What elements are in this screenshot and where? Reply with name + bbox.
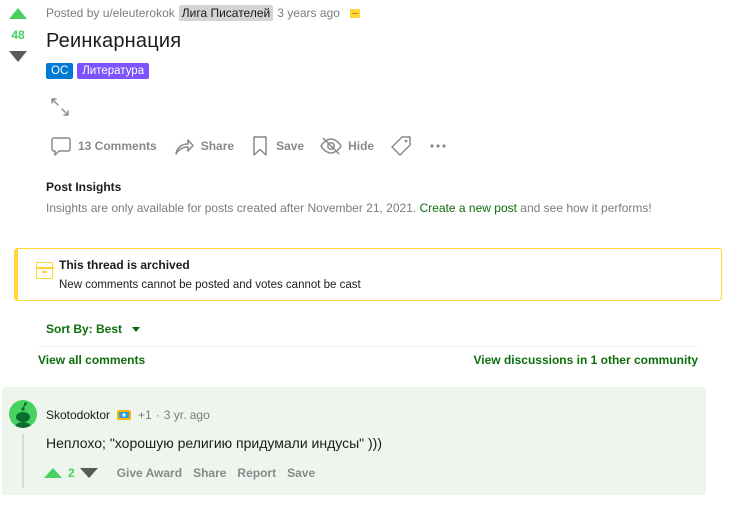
archived-notice: This thread is archived New comments can…: [14, 248, 722, 301]
comment-downvote-icon[interactable]: [79, 468, 98, 478]
caret-down-icon: [132, 326, 141, 332]
award-count: +1: [138, 408, 152, 422]
post-meta: Posted by u/eleuterokok Лига Писателей 3…: [46, 5, 360, 21]
comment-time[interactable]: 3 yr. ago: [164, 408, 210, 422]
snoo-avatar-icon: [15, 402, 31, 428]
post-vote-column: 48: [8, 8, 28, 62]
more-options-button[interactable]: [424, 133, 452, 159]
share-button[interactable]: Share: [169, 133, 238, 159]
comments-button[interactable]: 13 Comments: [46, 133, 161, 159]
award-icon: [117, 410, 132, 420]
avatar[interactable]: [9, 400, 37, 428]
save-button[interactable]: Save: [246, 133, 308, 159]
insights-text-before: Insights are only available for posts cr…: [46, 201, 417, 215]
hide-eye-icon: [320, 137, 342, 155]
post-actions: 13 Comments Share Save Hide: [46, 133, 460, 159]
archived-text: New comments cannot be posted and votes …: [59, 279, 361, 291]
sort-label: Sort By: Best: [46, 322, 123, 336]
insights-text-after: and see how it performs!: [520, 201, 652, 215]
more-dots-icon: [430, 144, 446, 148]
report-button[interactable]: Report: [237, 466, 276, 480]
insights-text: Insights are only available for posts cr…: [46, 201, 652, 215]
post-title[interactable]: Реинкарнация: [46, 30, 181, 53]
flair-literature[interactable]: Литература: [77, 63, 150, 79]
upvote-arrow-icon[interactable]: [9, 8, 27, 19]
share-label: Share: [200, 139, 235, 153]
comment-body: Неплохо; "хорошую религию придумали инду…: [46, 435, 383, 451]
save-label: Save: [276, 139, 305, 153]
share-icon: [174, 139, 194, 155]
view-other-discussions-link[interactable]: View discussions in 1 other community: [473, 353, 698, 367]
flair-oc[interactable]: OC: [46, 63, 74, 79]
comment-save-button[interactable]: Save: [287, 466, 315, 480]
post-time[interactable]: 3 years ago: [277, 6, 340, 20]
comment-upvote-icon[interactable]: [44, 468, 62, 478]
hide-button[interactable]: Hide: [316, 133, 378, 159]
archive-box-icon: [35, 262, 54, 279]
post-insights: Post Insights Insights are only availabl…: [46, 180, 652, 215]
hide-label: Hide: [348, 139, 375, 153]
downvote-arrow-icon[interactable]: [9, 51, 27, 62]
comment-share-button[interactable]: Share: [193, 466, 226, 480]
comment-meta: Skotodoktor +1 · 3 yr. ago: [46, 408, 210, 422]
give-award-button[interactable]: Give Award: [117, 466, 182, 480]
comment-author[interactable]: Skotodoktor: [46, 408, 110, 422]
divider: [38, 346, 698, 347]
view-all-comments-link[interactable]: View all comments: [38, 353, 145, 367]
comments-label: 13 Comments: [78, 139, 157, 153]
post-flairs: OC Литература: [46, 63, 150, 79]
bookmark-icon: [253, 136, 267, 156]
tag-button[interactable]: [386, 133, 416, 159]
thread-line[interactable]: [22, 434, 24, 488]
insights-title: Post Insights: [46, 180, 122, 194]
archived-title: This thread is archived: [59, 258, 190, 272]
post-score: 48: [11, 28, 25, 42]
comment-icon: [51, 137, 71, 156]
expand-icon[interactable]: [50, 97, 70, 117]
create-post-link[interactable]: Create a new post: [420, 201, 517, 215]
comment-score: 2: [68, 466, 75, 480]
author-flair: Лига Писателей: [178, 5, 274, 21]
tag-icon: [391, 136, 411, 156]
posted-by[interactable]: Posted by u/eleuterokok: [46, 6, 175, 20]
meta-separator: ·: [155, 408, 160, 422]
comment-actions: 2 Give Award Share Report Save: [44, 466, 326, 480]
archived-icon: [349, 8, 360, 18]
sort-dropdown[interactable]: Sort By: Best: [46, 322, 141, 336]
